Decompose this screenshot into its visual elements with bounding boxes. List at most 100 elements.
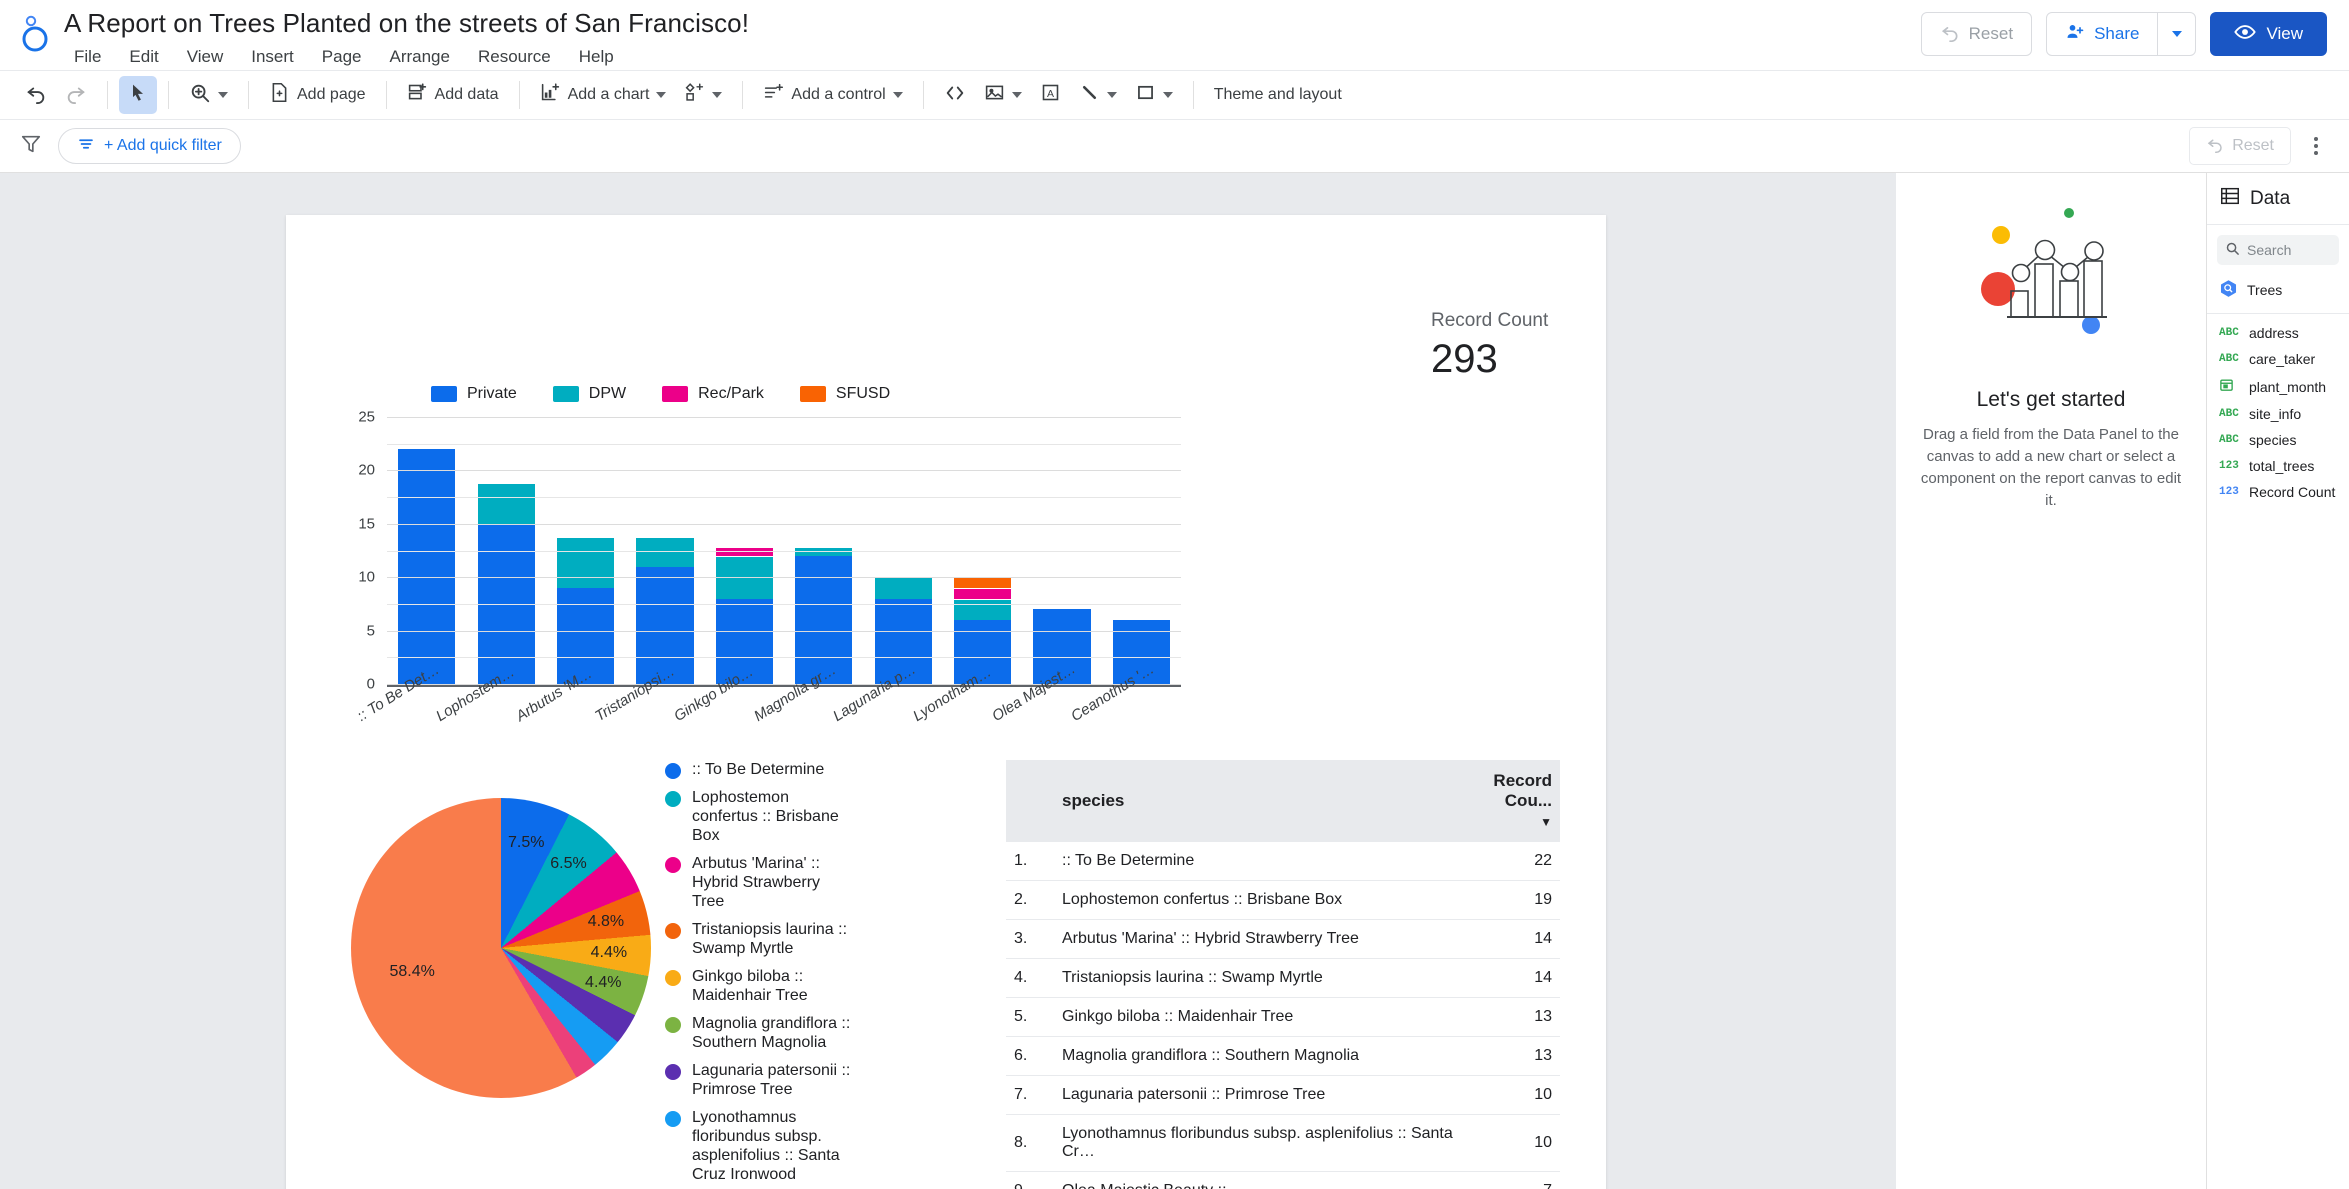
stacked-bar-chart[interactable]: Private DPW Rec/Park SFUSD 0 5 10 15 20 25 :: To… (341, 385, 1181, 725)
row-record-count: 14 (1485, 919, 1560, 959)
toolbar-divider (385, 81, 387, 109)
theme-and-layout-button[interactable]: Theme and layout (1205, 76, 1351, 114)
legend-item-rec-park[interactable]: Rec/Park (662, 385, 764, 403)
report-page[interactable]: Record Count 293 Private DPW Rec/Park SFUSD… (286, 215, 1606, 1189)
table-row[interactable]: 3. Arbutus 'Marina' :: Hybrid Strawberry … (1006, 919, 1560, 959)
table-row[interactable]: 8. Lyonothamnus floribundus subsp. asplen… (1006, 1114, 1560, 1172)
menu-edit[interactable]: Edit (115, 44, 172, 70)
legend-dot-icon (665, 1064, 681, 1080)
data-field-plant_month[interactable]: plant_month (2207, 372, 2349, 401)
share-button[interactable]: Share (2046, 12, 2197, 56)
embed-button[interactable] (935, 76, 975, 114)
bar-segment-dpw[interactable] (874, 577, 932, 599)
menu-view[interactable]: View (173, 44, 238, 70)
bar-segment-sfusd[interactable] (953, 577, 1012, 588)
legend-item-dpw[interactable]: DPW (552, 385, 626, 403)
bar-segment-rec-park[interactable] (953, 587, 1012, 599)
calendar-icon (2219, 377, 2241, 396)
table-row[interactable]: 6. Magnolia grandiflora :: Southern Magno… (1006, 1036, 1560, 1076)
pie-legend-item[interactable]: Lophostemon confertus :: Brisbane Box (665, 788, 891, 845)
insert-text-button[interactable]: A (1031, 76, 1070, 114)
data-field-Record Count[interactable]: 123 Record Count (2207, 479, 2349, 505)
row-species: Olea Majestic Beauty :: (1054, 1171, 1486, 1189)
add-quick-filter-button[interactable]: + Add quick filter (58, 128, 241, 164)
menu-file[interactable]: File (60, 44, 115, 70)
table-row[interactable]: 4. Tristaniopsis laurina :: Swamp Myrtle 1… (1006, 958, 1560, 998)
sort-descending-icon[interactable]: ▼ (1540, 815, 1552, 829)
pie-slice-label: 58.4% (389, 962, 435, 980)
pie-legend-item[interactable]: Arbutus 'Marina' :: Hybrid Strawberry Tr… (665, 854, 891, 911)
y-axis-tick: 20 (358, 461, 375, 479)
page-title[interactable]: A Report on Trees Planted on the streets… (60, 6, 749, 40)
search-input[interactable]: Search (2217, 235, 2339, 265)
stacked-bar[interactable] (477, 483, 535, 684)
data-field-address[interactable]: ABC address (2207, 320, 2349, 346)
species-table[interactable]: species Record Cou... ▼ 1.:: To Be Deter… (1006, 760, 1560, 1189)
data-field-site_info[interactable]: ABC site_info (2207, 401, 2349, 427)
filter-reset-button[interactable]: Reset (2189, 127, 2291, 165)
code-brackets-icon (944, 82, 966, 109)
gridline (387, 470, 1181, 472)
add-data-button[interactable]: Add data (398, 76, 508, 114)
select-tool-button[interactable] (119, 76, 157, 114)
y-axis-tick: 10 (358, 568, 375, 586)
report-canvas[interactable]: Record Count 293 Private DPW Rec/Park SFUSD… (0, 172, 1896, 1189)
data-field-total_trees[interactable]: 123 total_trees (2207, 453, 2349, 479)
add-control-button[interactable]: Add a control (754, 76, 911, 114)
add-component-button[interactable] (675, 76, 731, 114)
table-row[interactable]: 9.Olea Majestic Beauty ::7 (1006, 1171, 1560, 1189)
table-row[interactable]: 1.:: To Be Determine 22 (1006, 842, 1560, 881)
table-col-species[interactable]: species (1054, 760, 1486, 842)
bar-segment-dpw[interactable] (636, 536, 694, 567)
menu-arrange[interactable]: Arrange (375, 44, 463, 70)
data-field-species[interactable]: ABC species (2207, 427, 2349, 453)
undo-button[interactable] (16, 76, 56, 114)
pie-graphic: 7.5% 6.5% 4.8% 4.4% 4.4% 58.4% (351, 798, 651, 1098)
pie-chart[interactable]: 7.5% 6.5% 4.8% 4.4% 4.4% 58.4% :: To Be Deter… (341, 760, 891, 1183)
zoom-tool-button[interactable] (180, 76, 237, 114)
add-page-button[interactable]: Add page (260, 76, 375, 114)
pie-slice-label: 7.5% (507, 833, 545, 851)
data-field-care_taker[interactable]: ABC care_taker (2207, 346, 2349, 372)
legend-item-sfusd[interactable]: SFUSD (799, 385, 890, 403)
table-row[interactable]: 2. Lophostemon confertus :: Brisbane Box 1… (1006, 880, 1560, 920)
pie-legend-item[interactable]: Magnolia grandiflora :: Southern Magnoli… (665, 1014, 891, 1052)
share-dropdown-button[interactable] (2157, 13, 2195, 55)
table-row[interactable]: 7. Lagunaria patersonii :: Primrose Tree 1… (1006, 1075, 1560, 1115)
view-button[interactable]: View (2210, 12, 2327, 56)
bar-segment-dpw[interactable] (795, 547, 853, 556)
pie-legend-item[interactable]: Lyonothamnus floribundus subsp. asplenif… (665, 1108, 891, 1184)
filter-funnel-icon[interactable] (20, 133, 42, 160)
pie-legend-item[interactable]: Lagunaria patersonii :: Primrose Tree (665, 1061, 891, 1099)
pie-legend-item[interactable]: Ginkgo biloba :: Maidenhair Tree (665, 967, 891, 1005)
scorecard-record-count[interactable]: Record Count 293 (1431, 310, 1548, 382)
reset-button[interactable]: Reset (1920, 12, 2033, 56)
menu-help[interactable]: Help (565, 44, 628, 70)
table-col-record-count[interactable]: Record Cou... ▼ (1485, 760, 1560, 842)
insert-line-button[interactable] (1070, 76, 1126, 114)
redo-button[interactable] (56, 76, 96, 114)
gridline (387, 630, 1181, 632)
bar-segment-rec-park[interactable] (715, 547, 773, 556)
menu-resource[interactable]: Resource (464, 44, 565, 70)
table-row[interactable]: 5. Ginkgo biloba :: Maidenhair Tree 13 (1006, 997, 1560, 1037)
add-chart-button[interactable]: Add a chart (531, 76, 676, 114)
data-source-trees[interactable]: Trees (2207, 265, 2349, 313)
stacked-bar[interactable] (398, 449, 456, 684)
data-panel-title: Data (2250, 187, 2291, 209)
kebab-menu-icon[interactable] (2297, 127, 2335, 165)
pie-legend-item[interactable]: Tristaniopsis laurina :: Swamp Myrtle (665, 920, 891, 958)
menu-page[interactable]: Page (308, 44, 376, 70)
bar-segment-private[interactable] (398, 449, 456, 684)
insert-image-button[interactable] (975, 76, 1031, 114)
legend-item-private[interactable]: Private (431, 385, 517, 403)
chevron-down-icon (1011, 92, 1022, 98)
row-record-count: 10 (1485, 1075, 1560, 1115)
insert-rectangle-button[interactable] (1126, 76, 1182, 114)
pie-legend-item[interactable]: :: To Be Determine (665, 760, 891, 779)
bar-segment-dpw[interactable] (477, 483, 535, 524)
bar-segment-dpw[interactable] (953, 598, 1012, 620)
menu-insert[interactable]: Insert (237, 44, 308, 70)
bar-segment-dpw[interactable] (556, 536, 615, 588)
row-record-count: 13 (1485, 997, 1560, 1037)
